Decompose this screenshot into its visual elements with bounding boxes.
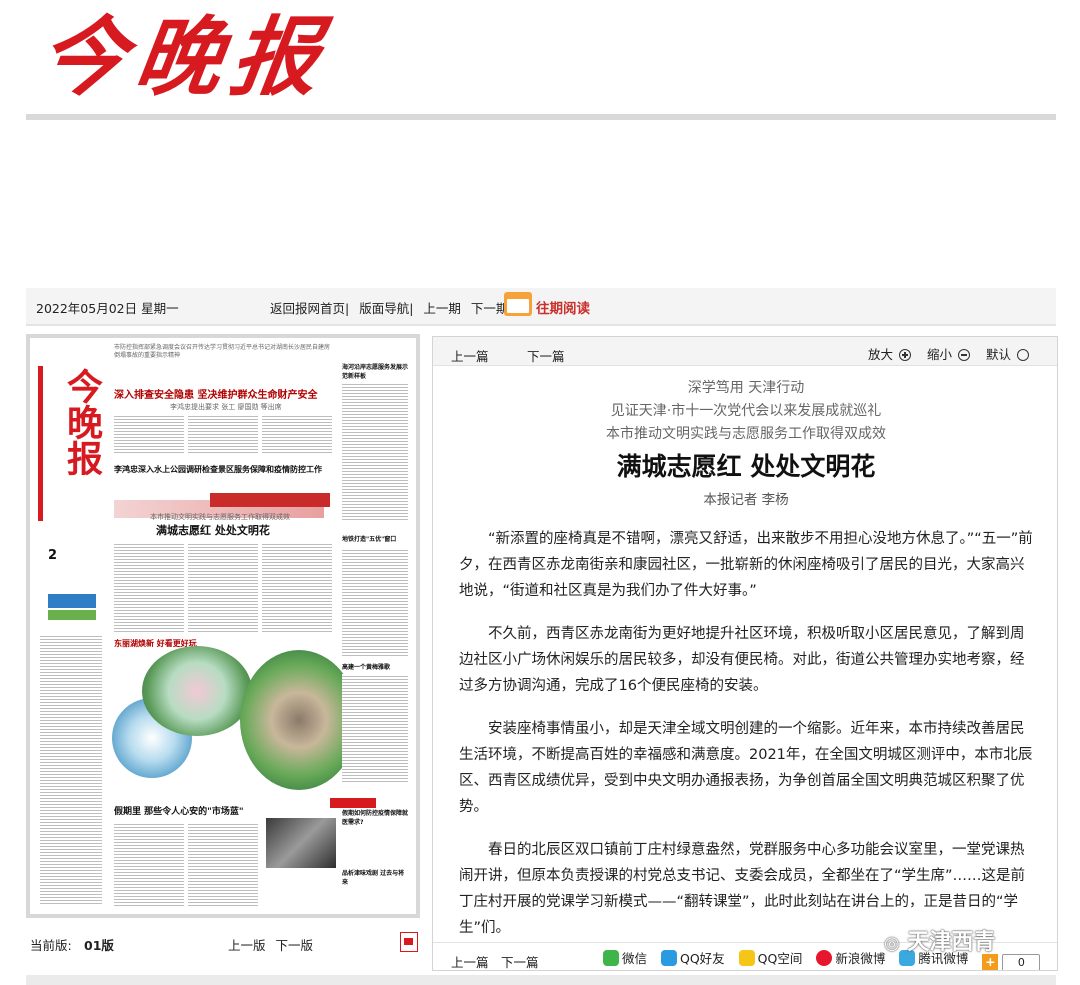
- article-top-nav: 上一篇 下一篇 放大 缩小 默认: [433, 337, 1057, 366]
- thumb-col: [188, 542, 258, 632]
- wechat-icon: [603, 950, 619, 966]
- thumb-date: 2: [48, 548, 58, 563]
- share-qq-friend-label: QQ好友: [680, 951, 725, 966]
- thumb-photo: [142, 646, 252, 736]
- more-share-icon[interactable]: +: [982, 954, 999, 970]
- thumb-col: [114, 822, 184, 908]
- thumb-col: [342, 548, 408, 658]
- zoom-out-icon: [958, 349, 970, 361]
- zoom-default-label: 默认: [985, 347, 1011, 362]
- thumb-photo-small: [266, 818, 336, 868]
- share-count: 0: [1002, 954, 1041, 970]
- zoom-out-button[interactable]: 缩小: [921, 347, 970, 362]
- article-paragraph: 安装座椅事情虽小，却是天津全域文明创建的一个缩影。近年来，本市持续改善居民生活环…: [459, 721, 1033, 815]
- zoom-in-label: 放大: [867, 347, 893, 362]
- thumb-right-low3[interactable]: 品析津味戏剧 过去与将来: [342, 868, 408, 886]
- pdf-icon[interactable]: [400, 932, 418, 952]
- watermark: ◎ 天津西青: [884, 924, 995, 956]
- share-wechat[interactable]: 微信: [603, 950, 648, 966]
- edition-nav: 上一版 下一版: [228, 935, 319, 954]
- article-headline: 满城志愿红 处处文明花: [616, 452, 876, 481]
- footer-band: [26, 975, 1056, 985]
- watermark-text: 天津西青: [907, 930, 996, 955]
- share-qzone[interactable]: QQ空间: [738, 950, 803, 966]
- article-kicker-2: 见证天津·市十一次党代会以来发展成就巡礼: [610, 403, 882, 419]
- thumb-feature[interactable]: 满城志愿红 处处文明花: [156, 522, 270, 538]
- weibo-icon: [816, 950, 833, 966]
- article-kicker-1: 深学笃用 天津行动: [687, 380, 805, 396]
- article-paragraph: 不久前，西青区赤龙南街为更好地提升社区环境，积极听取小区居民意见，了解到周边社区…: [459, 626, 1025, 694]
- share-qzone-label: QQ空间: [757, 951, 803, 966]
- thumb-weather: [48, 594, 96, 608]
- home-link[interactable]: 返回报网首页|: [270, 301, 349, 316]
- article-paragraph: “新添置的座椅真是不错啊，漂亮又舒适，出来散步不用担心没地方休息了。”“五一”前…: [459, 531, 1033, 599]
- thumb-right-low[interactable]: 高建一个黄梅雅歌: [342, 662, 408, 671]
- thumb-col: [188, 822, 258, 908]
- thumb-col: [114, 414, 184, 454]
- thumb-feature-kicker: 本市推动文明实践与志愿服务工作取得双成效: [150, 513, 290, 521]
- next-issue-link[interactable]: 下一期: [471, 301, 509, 316]
- archive-link[interactable]: 往期阅读: [536, 297, 590, 317]
- prev-issue-link[interactable]: 上一期: [423, 301, 461, 316]
- zoom-in-button[interactable]: 放大: [862, 347, 911, 362]
- article-byline: 本报记者 李杨: [703, 492, 789, 508]
- thumb-right-mid[interactable]: 地铁打造"五优"窗口: [342, 534, 408, 543]
- thumb-photo: [240, 650, 358, 790]
- current-edition-value: 01版: [84, 938, 114, 953]
- thumb-bottom[interactable]: 假期里 那些令人心安的"市场蓝": [114, 804, 244, 817]
- edition-bar: 当前版: 01版 上一版 下一版: [26, 926, 420, 956]
- page-thumbnail[interactable]: 今晚报 市防控指挥部紧急调度会议召开传达学习贯彻习近平总书记对湖南长沙居民自建房…: [30, 338, 416, 914]
- watermark-icon: ◎: [884, 933, 900, 954]
- thumb-col: [188, 414, 258, 454]
- article-panel: 上一篇 下一篇 放大 缩小 默认 深学笃用 天津行动 见证天津·市十一次党代会以…: [432, 336, 1058, 971]
- masthead-logo[interactable]: 今晚报: [33, 7, 335, 108]
- calendar-icon[interactable]: [504, 292, 532, 316]
- thumb-col: [342, 674, 408, 784]
- qzone-icon: [738, 950, 755, 966]
- thumb-weather-2: [48, 610, 96, 620]
- thumb-second[interactable]: 李鸿忠深入水上公园调研检查景区服务保障和疫情防控工作: [114, 464, 344, 475]
- share-sina-weibo-label: 新浪微博: [835, 951, 886, 966]
- thumb-col: [114, 542, 184, 632]
- thumb-red-line: [38, 366, 43, 521]
- next-edition-link[interactable]: 下一版: [276, 938, 314, 953]
- article-kicker-3: 本市推动文明实践与志愿服务工作取得双成效: [606, 426, 886, 442]
- share-sina-weibo[interactable]: 新浪微博: [816, 950, 886, 966]
- next-article-link[interactable]: 下一篇: [527, 346, 565, 365]
- prev-edition-link[interactable]: 上一版: [228, 938, 266, 953]
- thumb-col: [342, 382, 408, 522]
- thumb-top-line: 市防控指挥部紧急调度会议召开传达学习贯彻习近平总书记对湖南长沙居民自建房倒塌事故…: [114, 344, 331, 359]
- zoom-controls: 放大 缩小 默认: [856, 344, 1029, 363]
- thumb-lead[interactable]: 深入排查安全隐患 坚决维护群众生命财产安全: [114, 386, 344, 401]
- thumb-col: [262, 542, 332, 632]
- prev-article-link-bottom[interactable]: 上一篇: [451, 952, 489, 970]
- article-body: “新添置的座椅真是不错啊，漂亮又舒适，出来散步不用担心没地方休息了。”“五一”前…: [459, 526, 1033, 970]
- thumb-right-top[interactable]: 海河沿岸志愿服务发展示范新样板: [342, 362, 408, 380]
- thumb-lead-sub: 李鸿忠提出要求 张工 廖国勋 等出席: [170, 403, 282, 411]
- zoom-out-label: 缩小: [926, 347, 952, 362]
- page: 今晚报 2022年05月02日 星期一 返回报网首页| 版面导航| 上一期 下一…: [0, 0, 1080, 985]
- zoom-in-icon: [899, 349, 911, 361]
- current-edition-label: 当前版:: [30, 938, 72, 953]
- thumb-right-low2[interactable]: 假期如何防控疫情保障就医需求?: [342, 808, 408, 826]
- next-article-link-bottom[interactable]: 下一篇: [501, 952, 539, 970]
- thumb-col: [262, 414, 332, 454]
- zoom-default-button[interactable]: 默认: [980, 347, 1029, 362]
- header-divider: [26, 114, 1056, 120]
- thumb-red-tag: [330, 798, 376, 808]
- issue-date: 2022年05月02日 星期一: [36, 301, 179, 316]
- top-nav: 返回报网首页| 版面导航| 上一期 下一期: [270, 298, 514, 317]
- qq-icon: [661, 950, 677, 966]
- prev-article-link[interactable]: 上一篇: [451, 346, 489, 365]
- share-qq-friend[interactable]: QQ好友: [661, 950, 725, 966]
- share-wechat-label: 微信: [622, 951, 648, 966]
- page-thumbnail-panel: 今晚报 市防控指挥部紧急调度会议召开传达学习贯彻习近平总书记对湖南长沙居民自建房…: [26, 334, 420, 918]
- thumb-col: [40, 634, 102, 904]
- date-bar: 2022年05月02日 星期一 返回报网首页| 版面导航| 上一期 下一期 往期…: [26, 288, 1056, 326]
- thumb-masthead: 今晚报: [61, 368, 103, 476]
- thumb-band-red: [210, 493, 330, 507]
- page-nav-link[interactable]: 版面导航|: [359, 301, 413, 316]
- radio-icon: [1017, 349, 1029, 361]
- article-content: 深学笃用 天津行动 见证天津·市十一次党代会以来发展成就巡礼 本市推动文明实践与…: [459, 377, 1033, 970]
